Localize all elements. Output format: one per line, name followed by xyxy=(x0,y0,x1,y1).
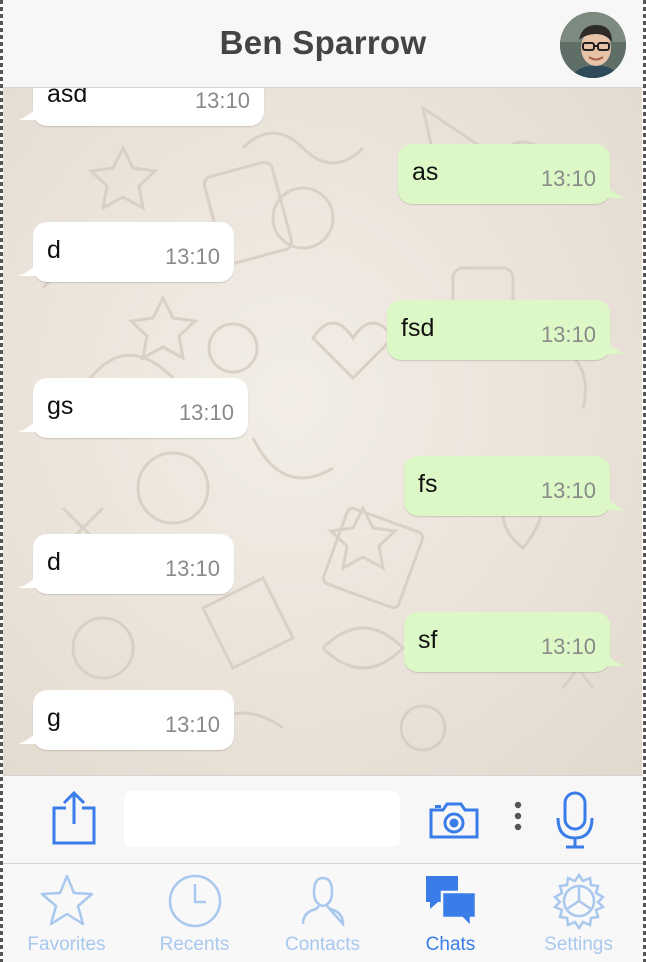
message-bubble-incoming[interactable]: d 13:10 xyxy=(18,222,234,282)
tab-recents[interactable]: Recents xyxy=(130,864,259,962)
bubble-tail xyxy=(605,340,625,354)
tab-label: Favorites xyxy=(27,934,106,955)
tab-settings[interactable]: Settings xyxy=(514,864,643,962)
message-time: 13:10 xyxy=(164,712,220,737)
message-time: 13:10 xyxy=(178,400,234,425)
message-composer xyxy=(0,775,646,864)
message-text: d xyxy=(47,236,61,264)
gear-icon xyxy=(552,872,605,930)
message-text: gs xyxy=(47,392,74,420)
message-text: fsd xyxy=(401,314,435,342)
tab-favorites[interactable]: Favorites xyxy=(2,864,131,962)
avatar-photo-icon xyxy=(560,12,626,78)
message-time: 13:10 xyxy=(194,88,250,113)
message-bubble-incoming[interactable]: gs 13:10 xyxy=(18,378,248,438)
contact-avatar[interactable] xyxy=(560,12,626,78)
bubble-tail xyxy=(18,730,38,744)
message-bubble-outgoing[interactable]: as 13:10 xyxy=(398,144,625,204)
star-icon xyxy=(40,874,93,926)
share-icon[interactable] xyxy=(50,790,98,846)
bubble-tail xyxy=(605,652,625,666)
message-time: 13:10 xyxy=(540,166,596,191)
window-frame-left xyxy=(0,0,3,962)
bubble-tail xyxy=(605,184,625,198)
message-bubble-outgoing[interactable]: sf 13:10 xyxy=(404,612,625,672)
tab-label: Settings xyxy=(544,934,613,955)
message-bubble-incoming[interactable]: asd 13:10 xyxy=(18,88,264,126)
message-bubble-incoming[interactable]: g 13:10 xyxy=(18,690,234,750)
more-options-icon[interactable] xyxy=(510,799,526,837)
message-text: asd xyxy=(47,88,88,108)
bubble-tail xyxy=(605,496,625,510)
chat-bubbles-icon xyxy=(425,876,477,930)
message-text: fs xyxy=(418,470,438,498)
message-time: 13:10 xyxy=(540,478,596,503)
message-time: 13:10 xyxy=(164,556,220,581)
message-text: d xyxy=(47,548,61,576)
contact-name-title: Ben Sparrow xyxy=(219,24,427,61)
chat-message-area[interactable]: asd 13:10 as 13:10 d 13:10 fsd 13:10 gs … xyxy=(3,88,642,775)
person-icon xyxy=(301,876,344,928)
tab-label: Chats xyxy=(425,934,476,955)
message-time: 13:10 xyxy=(540,322,596,347)
tab-bar: Favorites Recents Contacts Chats Setting… xyxy=(0,864,646,962)
tab-label: Recents xyxy=(159,934,230,955)
message-bubble-outgoing[interactable]: fs 13:10 xyxy=(404,456,625,516)
message-time: 13:10 xyxy=(540,634,596,659)
message-time: 13:10 xyxy=(164,244,220,269)
message-bubble-incoming[interactable]: d 13:10 xyxy=(18,534,234,594)
clock-icon xyxy=(168,874,221,928)
bubble-tail xyxy=(18,418,38,432)
tab-contacts[interactable]: Contacts xyxy=(258,864,387,962)
tab-chats[interactable]: Chats xyxy=(386,864,515,962)
message-text: g xyxy=(47,704,61,732)
camera-icon[interactable] xyxy=(428,800,480,840)
tab-label: Contacts xyxy=(285,934,360,955)
message-text: sf xyxy=(418,626,438,654)
message-input[interactable] xyxy=(124,791,400,847)
bubble-tail xyxy=(18,106,38,120)
bubble-tail xyxy=(18,574,38,588)
chat-header: Ben Sparrow xyxy=(0,0,646,88)
message-bubble-outgoing[interactable]: fsd 13:10 xyxy=(387,300,625,360)
bubble-tail xyxy=(18,262,38,276)
message-text: as xyxy=(412,158,439,186)
microphone-icon[interactable] xyxy=(555,790,595,850)
